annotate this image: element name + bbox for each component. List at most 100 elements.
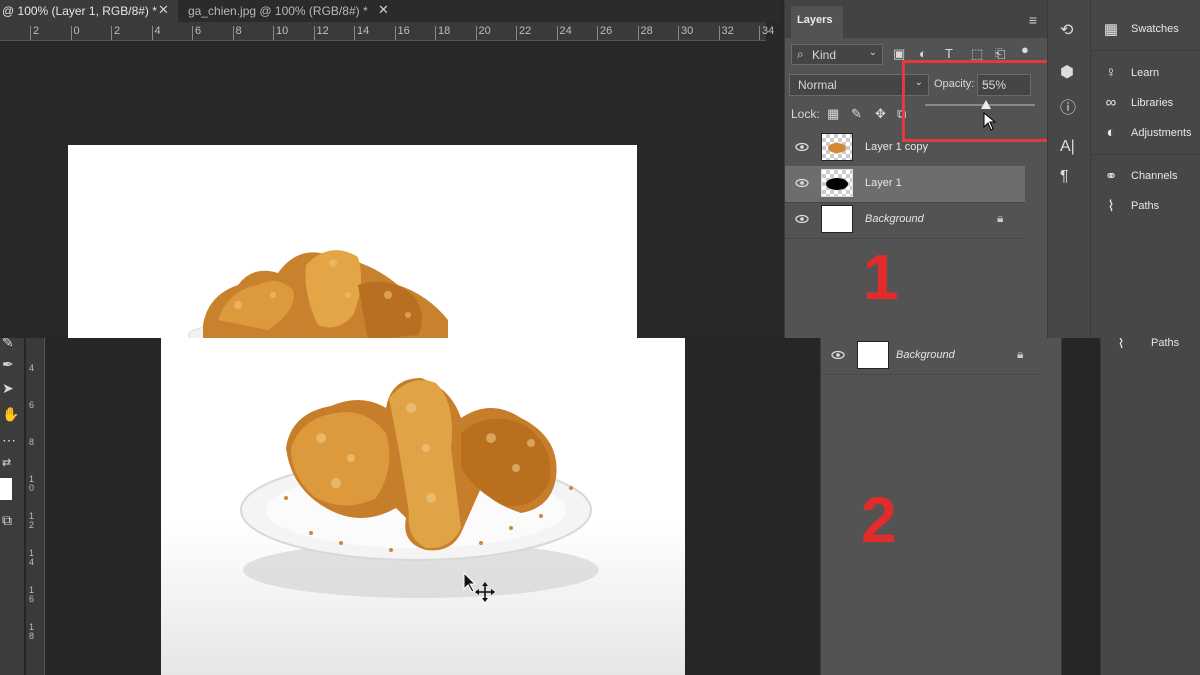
3d-icon[interactable]: ⬢ xyxy=(1060,62,1074,82)
layers-panel: Layers ≡ ⌕ Kind ⌄ ▣ ◐ T ⬚ ⎗ ● Normal ⌄ O… xyxy=(784,0,1047,338)
selection-tool-icon[interactable]: ➤ xyxy=(2,380,14,397)
ruler-tick xyxy=(354,26,355,40)
layer-row[interactable]: Background 🔒︎ xyxy=(785,202,1025,239)
type-filter-icon[interactable]: T xyxy=(945,46,953,61)
ruler-tick-label: 14 xyxy=(357,25,370,37)
ruler-tick-label: 4 xyxy=(154,25,161,37)
lock-icon: 🔒︎ xyxy=(997,211,1004,225)
pen-tool-icon[interactable]: ✒ xyxy=(2,356,14,373)
ruler-tick xyxy=(30,26,31,40)
ruler-tick-label: 20 xyxy=(478,25,491,37)
ruler-tick-label: 30 xyxy=(681,25,694,37)
ruler-tick-label: 26 xyxy=(600,25,613,37)
character-icon[interactable]: A| xyxy=(1060,138,1075,156)
tab-label: @ 100% (Layer 1, RGB/8#) * xyxy=(2,4,157,18)
layer-row-selected[interactable]: Layer 1 xyxy=(785,166,1025,203)
ruler-tick-label: 8 xyxy=(235,25,242,37)
brush-tool-icon[interactable]: ✎ xyxy=(2,338,14,351)
ruler-tick xyxy=(759,26,760,40)
swap-colors-icon[interactable]: ⇄ xyxy=(2,456,11,469)
adjustment-filter-icon[interactable]: ◐ xyxy=(919,46,927,61)
ruler-tick xyxy=(70,26,72,40)
filter-toggle-icon[interactable]: ● xyxy=(1021,42,1029,57)
document-tab-bar: @ 100% (Layer 1, RGB/8#) * ✕ ga_chien.jp… xyxy=(0,0,780,22)
ruler-tick-label: 2 xyxy=(33,25,40,37)
layer-name: Background xyxy=(896,349,955,361)
ruler-tick xyxy=(313,26,315,40)
ruler-tick-label: 28 xyxy=(640,25,653,37)
lock-transparent-icon[interactable]: ▦ xyxy=(827,106,839,122)
ruler-tick xyxy=(232,26,234,40)
bottom-screenshot: ✎ ✒ ➤ ✋ ⋯ ⇄ ⧉ 4681012141618 Background 🔒… xyxy=(0,338,1200,675)
eye-icon[interactable] xyxy=(795,176,809,190)
more-tools-icon[interactable]: ⋯ xyxy=(2,432,16,449)
eye-icon[interactable] xyxy=(795,212,809,226)
lock-icon: 🔒︎ xyxy=(1017,347,1024,361)
screen-mode-icon[interactable]: ⧉ xyxy=(2,512,12,529)
ruler-tick-label: 10 xyxy=(29,474,35,493)
horizontal-ruler: 2 0 2 4 6 8 10 12 14 16 18 20 22 24 26 28 30 32 34 xyxy=(0,22,774,41)
ruler-tick-label: 32 xyxy=(721,25,734,37)
tab-layers[interactable]: Layers xyxy=(791,6,843,38)
ruler-tick xyxy=(678,26,679,40)
ruler-tick-label: 4 xyxy=(29,363,35,373)
kind-filter-select[interactable]: ⌕ Kind ⌄ xyxy=(791,44,883,65)
tab-label: ga_chien.jpg @ 100% (RGB/8#) * xyxy=(188,4,368,18)
paths-icon: ⌇ xyxy=(1107,198,1115,215)
ruler-tick-label: 6 xyxy=(29,400,35,410)
adjustments-icon: ◐ xyxy=(1106,124,1116,141)
lock-position-icon[interactable]: ✥ xyxy=(875,106,886,122)
close-icon[interactable]: ✕ xyxy=(378,0,389,20)
right-panel-dock: ⌇ Paths xyxy=(1100,338,1200,675)
ruler-tick xyxy=(637,26,639,40)
ruler-tick-label: 2 xyxy=(114,25,121,37)
layer-thumbnail xyxy=(821,205,853,233)
ruler-tick-label: 22 xyxy=(519,25,532,37)
layers-panel: Background 🔒︎ 2 xyxy=(820,338,1062,675)
fried-chicken-image xyxy=(240,378,599,598)
eye-icon[interactable] xyxy=(831,348,845,362)
ruler-tick-label: 0 xyxy=(73,25,80,37)
blend-mode-value: Normal xyxy=(798,78,837,92)
tab-layer1-document[interactable]: @ 100% (Layer 1, RGB/8#) * ✕ xyxy=(0,0,178,22)
vertical-ruler: 4 6 8 10 12 14 16 18 xyxy=(26,338,45,675)
ruler-tick-label: 12 xyxy=(316,25,329,37)
move-cursor-icon xyxy=(463,572,495,602)
panel-icon-column: ⟲ ⬢ ⓘ A| ¶ xyxy=(1047,0,1090,338)
layer-thumbnail xyxy=(857,341,889,369)
ruler-tick xyxy=(718,26,720,40)
ruler-tick xyxy=(556,26,558,40)
hand-tool-icon[interactable]: ✋ xyxy=(2,406,19,423)
creative-cloud-icon: ∞ xyxy=(1105,94,1117,111)
document-canvas[interactable] xyxy=(161,338,685,675)
ruler-tick-label: 16 xyxy=(29,585,35,604)
close-icon[interactable]: ✕ xyxy=(158,0,169,20)
tab-ga-chien-document[interactable]: ga_chien.jpg @ 100% (RGB/8#) * ✕ xyxy=(178,0,398,22)
search-icon: ⌕ xyxy=(797,47,804,61)
panel-menu-icon[interactable]: ≡ xyxy=(1029,12,1037,28)
ruler-tick xyxy=(394,26,396,40)
lock-label: Lock: xyxy=(791,107,820,121)
paragraph-icon[interactable]: ¶ xyxy=(1060,168,1069,186)
history-icon[interactable]: ⟲ xyxy=(1060,20,1073,40)
ruler-tick-label: 14 xyxy=(29,548,35,567)
annotation-number: 1 xyxy=(863,241,899,313)
eye-icon[interactable] xyxy=(795,140,809,154)
background-color-swatch[interactable] xyxy=(0,478,12,500)
paths-icon: ⌇ xyxy=(1117,338,1125,352)
chevron-down-icon: ⌄ xyxy=(868,47,877,58)
layer-row[interactable]: Background 🔒︎ xyxy=(821,338,1041,375)
channels-icon: ⚭ xyxy=(1104,168,1118,185)
ruler-tick-label: 24 xyxy=(559,25,572,37)
ruler-tick xyxy=(475,26,477,40)
document-canvas[interactable] xyxy=(68,145,637,338)
ruler-tick-label: 16 xyxy=(397,25,410,37)
lock-brush-icon[interactable]: ✎ xyxy=(851,106,862,122)
ruler-tick xyxy=(273,26,274,40)
ruler-tick-label: 10 xyxy=(276,25,289,37)
layer-name: Layer 1 copy xyxy=(865,141,928,153)
info-icon[interactable]: ⓘ xyxy=(1060,94,1076,118)
opacity-highlight-box xyxy=(902,60,1050,142)
ruler-tick xyxy=(111,26,112,40)
fried-chicken-image xyxy=(187,250,448,338)
